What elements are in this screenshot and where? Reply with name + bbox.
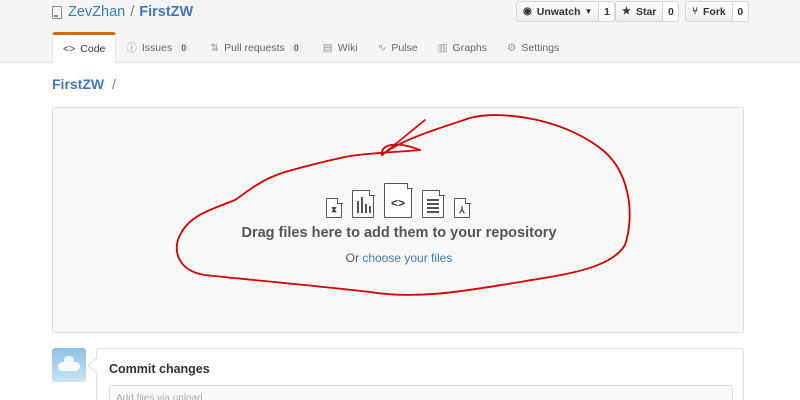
eye-icon: ◉ <box>523 6 532 17</box>
repo-title-separator: / <box>130 4 135 20</box>
star-icon: ★ <box>622 6 631 17</box>
book-icon: ▤ <box>322 41 333 54</box>
commit-panel: Commit changes <box>96 348 744 400</box>
breadcrumb: FirstZW / <box>52 76 116 92</box>
drop-zone-prefix: Or <box>345 251 359 265</box>
watch-count[interactable]: 1 <box>599 1 616 22</box>
breadcrumb-separator: / <box>112 76 116 92</box>
tab-issues-label: Issues <box>141 41 173 54</box>
commit-title: Commit changes <box>109 362 210 376</box>
tab-pull-requests-label: Pull requests <box>224 41 285 54</box>
star-button[interactable]: ★ Star <box>615 1 664 22</box>
pdf-file-icon: ⅄ <box>454 197 471 218</box>
gear-icon: ⚙ <box>506 41 517 54</box>
tab-pulse[interactable]: ∿ Pulse <box>368 32 428 63</box>
issues-count: 0 <box>177 41 191 54</box>
tab-pulse-label: Pulse <box>391 41 418 54</box>
code-file-icon: <> <box>384 182 413 218</box>
fork-icon: ⑂ <box>692 6 698 17</box>
tab-graphs-label: Graphs <box>452 41 487 54</box>
issue-icon: ⓘ <box>126 42 137 54</box>
repo-nav-tabs: <> Code ⓘ Issues 0 ⇅ Pull requests 0 ▤ W… <box>52 32 569 64</box>
fork-count[interactable]: 0 <box>732 1 749 22</box>
graph-icon: ▥ <box>437 41 448 54</box>
breadcrumb-repo-link[interactable]: FirstZW <box>52 76 104 92</box>
unwatch-button[interactable]: ◉ Unwatch ▼ <box>516 1 600 22</box>
chart-file-icon <box>352 189 375 218</box>
tab-wiki-label: Wiki <box>337 41 358 54</box>
repo-title: ZevZhan / FirstZW <box>52 3 193 21</box>
pull-requests-count: 0 <box>289 41 303 54</box>
fork-label: Fork <box>703 5 726 18</box>
text-file-icon <box>422 189 445 218</box>
tab-settings[interactable]: ⚙ Settings <box>497 32 569 63</box>
fork-button[interactable]: ⑂ Fork <box>685 1 733 22</box>
repo-owner-link[interactable]: ZevZhan <box>68 4 125 20</box>
zip-file-icon: ⧗ <box>326 197 343 218</box>
watch-action: ◉ Unwatch ▼ 1 <box>516 1 616 22</box>
tab-issues[interactable]: ⓘ Issues 0 <box>116 32 200 63</box>
code-icon: <> <box>63 43 76 55</box>
repo-icon <box>52 5 62 19</box>
fork-action: ⑂ Fork 0 <box>685 1 749 22</box>
star-action: ★ Star 0 <box>615 1 680 22</box>
tab-wiki[interactable]: ▤ Wiki <box>313 32 368 63</box>
repo-header: ZevZhan / FirstZW ◉ Unwatch ▼ 1 ★ Star 0… <box>0 0 800 64</box>
tab-graphs[interactable]: ▥ Graphs <box>428 32 497 63</box>
star-count[interactable]: 0 <box>663 1 680 22</box>
tab-pull-requests[interactable]: ⇅ Pull requests 0 <box>200 32 313 63</box>
tab-code-label: Code <box>80 43 106 55</box>
file-drop-zone[interactable]: ⧗ <> ⅄ Drag files here to add them to yo… <box>52 107 744 333</box>
drop-zone-title: Drag files here to add them to your repo… <box>241 225 557 241</box>
avatar <box>52 348 86 382</box>
repo-name-link[interactable]: FirstZW <box>139 4 193 20</box>
commit-message-input[interactable] <box>109 385 733 400</box>
tab-code[interactable]: <> Code <box>52 32 117 64</box>
pulse-icon: ∿ <box>377 41 387 54</box>
pull-request-icon: ⇅ <box>210 41 220 54</box>
star-label: Star <box>635 5 657 18</box>
chevron-down-icon: ▼ <box>584 7 593 16</box>
file-type-icons: ⧗ <> ⅄ <box>326 182 480 218</box>
unwatch-label: Unwatch <box>536 5 581 18</box>
choose-files-link[interactable]: choose your files <box>362 251 452 265</box>
tab-settings-label: Settings <box>521 41 560 54</box>
drop-zone-subtitle: Or choose your files <box>53 251 745 265</box>
